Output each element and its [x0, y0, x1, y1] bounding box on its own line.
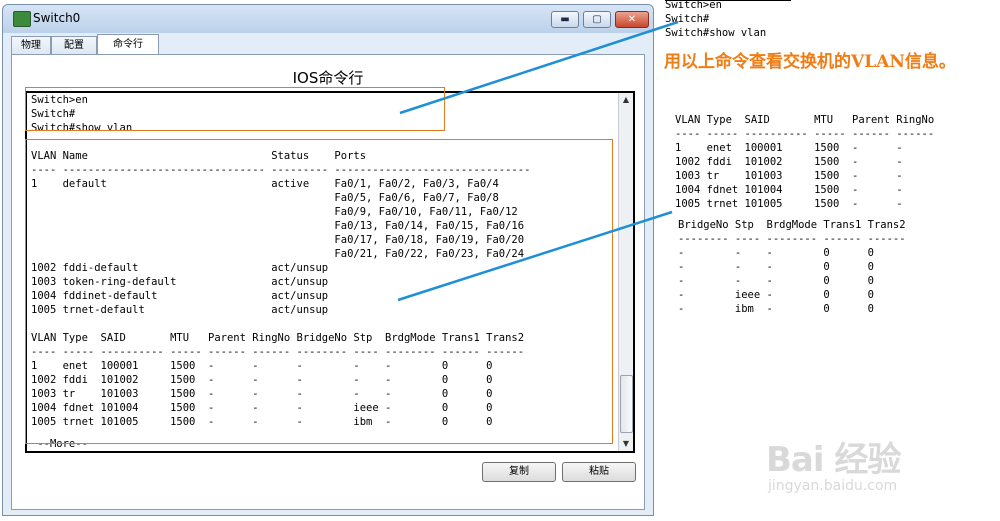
annotation-table-2: BridgeNo Stp BrdgMode Trans1 Trans2 ----… [678, 219, 906, 315]
annotation-table-1: VLAN Type SAID MTU Parent RingNo ---- --… [675, 114, 935, 210]
maximize-button[interactable]: ▢ [583, 11, 611, 28]
baidu-watermark: Bai 经验 jingyan.baidu.com [760, 432, 990, 512]
minimize-button[interactable]: ▬ [551, 11, 579, 28]
app-icon [13, 11, 31, 27]
watermark-url: jingyan.baidu.com [768, 478, 898, 494]
annotation-commands: Switch>en Switch# Switch#show vlan [665, 0, 767, 39]
scroll-down-arrow-icon[interactable]: ▼ [619, 437, 633, 451]
tab-config[interactable]: 配置 [51, 36, 97, 54]
cli-panel: IOS命令行 Switch>en Switch# Switch#show vla… [11, 54, 645, 510]
copy-button[interactable]: 复制 [482, 462, 556, 482]
terminal-scrollbar[interactable]: ▲ ▼ [618, 93, 633, 451]
paste-button[interactable]: 粘贴 [562, 462, 636, 482]
scroll-thumb[interactable] [620, 375, 633, 433]
close-button[interactable]: ✕ [615, 11, 649, 28]
tab-cli[interactable]: 命令行 [97, 34, 159, 55]
annotation-note: 用以上命令查看交换机的VLAN信息。 [664, 52, 956, 72]
highlight-output-box [25, 139, 613, 444]
title-bar[interactable]: Switch0 ▬ ▢ ✕ [3, 5, 653, 33]
switch-window: Switch0 ▬ ▢ ✕ 物理 配置 命令行 IOS命令行 Switch>en… [2, 4, 654, 516]
watermark-logo: Bai 经验 [766, 440, 901, 480]
scroll-up-arrow-icon[interactable]: ▲ [619, 93, 633, 107]
cli-title: IOS命令行 [292, 69, 364, 87]
highlight-commands-box [25, 87, 445, 131]
tab-physical[interactable]: 物理 [11, 36, 51, 54]
window-title: Switch0 [33, 11, 81, 25]
